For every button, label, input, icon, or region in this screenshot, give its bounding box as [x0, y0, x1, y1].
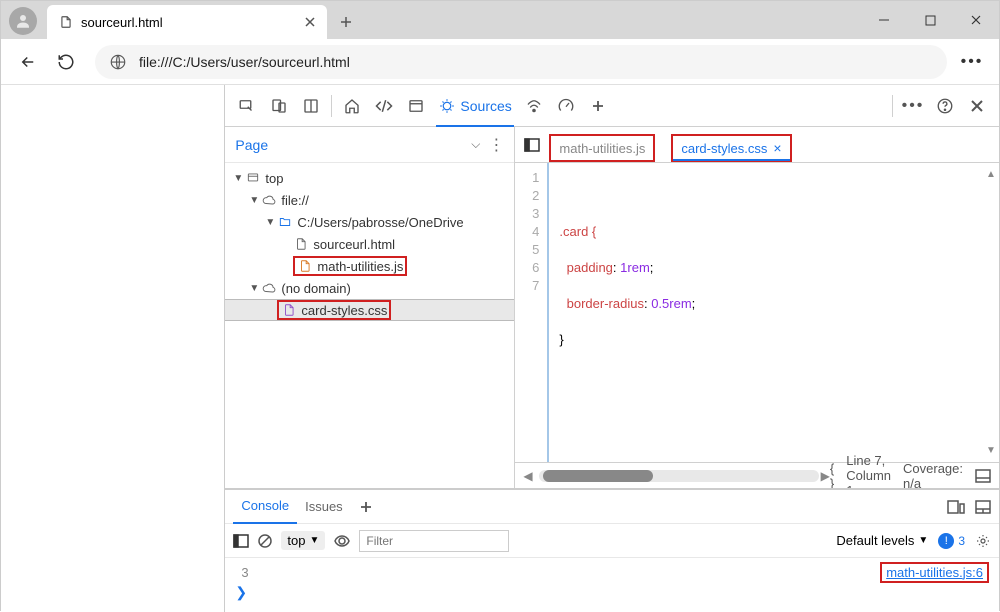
filter-input[interactable] — [359, 530, 509, 552]
toggle-navigator-icon[interactable] — [521, 134, 543, 156]
browser-menu-button[interactable]: ••• — [955, 45, 989, 79]
elements-panel-icon[interactable] — [368, 90, 400, 122]
devtools-toolbar: Sources ••• — [225, 85, 999, 127]
console-output: 3 math-utilities.js:6 ❯ — [225, 558, 999, 612]
toolbar: file:///C:/Users/user/sourceurl.html ••• — [1, 39, 999, 85]
console-tab[interactable]: Console — [233, 490, 297, 524]
more-vertical-icon[interactable]: ⋮ — [488, 135, 504, 155]
tree-file-css[interactable]: card-styles.css — [225, 299, 514, 321]
performance-panel-icon[interactable] — [550, 90, 582, 122]
url-bar[interactable]: file:///C:/Users/user/sourceurl.html — [95, 45, 947, 79]
console-log-row[interactable]: 3 math-utilities.js:6 — [235, 562, 989, 582]
pretty-print-icon[interactable]: { } — [830, 461, 834, 489]
editor-tab-js[interactable]: math-utilities.js — [549, 134, 655, 162]
prompt-icon: ❯ — [235, 584, 247, 601]
more-panels-button[interactable] — [582, 90, 614, 122]
sources-editor: math-utilities.js card-styles.css × 1 2 … — [515, 127, 999, 488]
network-panel-icon[interactable] — [518, 90, 550, 122]
page-viewport — [1, 85, 225, 612]
tree-file-html[interactable]: sourceurl.html — [225, 233, 514, 255]
welcome-panel-icon[interactable] — [336, 90, 368, 122]
application-panel-icon[interactable] — [400, 90, 432, 122]
console-toolbar: top▼ Default levels▼ !3 — [225, 524, 999, 558]
clear-console-icon[interactable] — [257, 533, 273, 549]
devtools: Sources ••• Page ⌵ ⋮ — [225, 85, 999, 612]
tree-folder[interactable]: ▼ C:/Users/pabrosse/OneDrive — [225, 211, 514, 233]
refresh-button[interactable] — [49, 45, 83, 79]
drawer-dock-icon[interactable] — [947, 500, 965, 514]
line-gutter: 1 2 3 4 5 6 7 — [515, 163, 547, 462]
url-text: file:///C:/Users/user/sourceurl.html — [139, 54, 350, 70]
issues-badge[interactable]: !3 — [938, 533, 965, 549]
back-button[interactable] — [11, 45, 45, 79]
sources-label: Sources — [460, 98, 511, 114]
help-icon[interactable] — [929, 90, 961, 122]
close-window-button[interactable] — [953, 1, 999, 39]
live-expression-icon[interactable] — [333, 534, 351, 548]
title-bar: sourceurl.html — [1, 1, 999, 39]
console-prompt[interactable]: ❯ — [235, 582, 989, 602]
page-icon — [59, 15, 73, 29]
tab-title: sourceurl.html — [81, 15, 295, 30]
maximize-button[interactable] — [907, 1, 953, 39]
content-area: Sources ••• Page ⌵ ⋮ — [1, 85, 999, 612]
sources-navigator: Page ⌵ ⋮ ▼ top ▼ file:// ▼ C:/Users — [225, 127, 515, 488]
tree-top[interactable]: ▼ top — [225, 167, 514, 189]
sources-panel-tab[interactable]: Sources — [432, 85, 517, 127]
sources-panel: Page ⌵ ⋮ ▼ top ▼ file:// ▼ C:/Users — [225, 127, 999, 488]
devtools-more-icon[interactable]: ••• — [897, 90, 929, 122]
drawer-collapse-icon[interactable] — [975, 500, 991, 514]
editor-tab-close-icon[interactable]: × — [773, 140, 781, 156]
log-level-selector[interactable]: Default levels▼ — [836, 533, 928, 548]
console-sidebar-toggle-icon[interactable] — [233, 534, 249, 548]
vertical-scrollbar[interactable]: ▲▼ — [985, 169, 997, 456]
issues-tab[interactable]: Issues — [297, 490, 351, 524]
browser-tab[interactable]: sourceurl.html — [47, 5, 327, 39]
source-link[interactable]: math-utilities.js:6 — [880, 562, 989, 583]
tree-file-scheme[interactable]: ▼ file:// — [225, 189, 514, 211]
profile-avatar[interactable] — [9, 7, 37, 35]
editor-settings-icon[interactable] — [975, 469, 991, 483]
execution-context-selector[interactable]: top▼ — [281, 531, 325, 550]
inspect-icon[interactable] — [231, 90, 263, 122]
tree-no-domain[interactable]: ▼ (no domain) — [225, 277, 514, 299]
dock-icon[interactable] — [295, 90, 327, 122]
devtools-close-icon[interactable] — [961, 90, 993, 122]
navigator-header: Page ⌵ ⋮ — [225, 127, 514, 163]
add-drawer-tab-button[interactable] — [351, 490, 381, 524]
horizontal-scrollbar[interactable] — [539, 470, 819, 482]
console-settings-icon[interactable] — [975, 533, 991, 549]
drawer-tabs: Console Issues — [225, 490, 999, 524]
file-tree: ▼ top ▼ file:// ▼ C:/Users/pabrosse/OneD… — [225, 163, 514, 488]
code-content: .card { padding: 1rem; border-radius: 0.… — [547, 163, 695, 462]
editor-status: ◀ ▶ { } Line 7, Column 1 Coverage: n/a — [515, 462, 999, 488]
code-editor[interactable]: 1 2 3 4 5 6 7 .card { padding: 1rem; bor… — [515, 163, 999, 462]
device-toggle-icon[interactable] — [263, 90, 295, 122]
tab-close-icon[interactable] — [303, 15, 317, 29]
editor-tabs: math-utilities.js card-styles.css × — [515, 127, 999, 163]
console-drawer: Console Issues top▼ Default levels▼ !3 — [225, 488, 999, 612]
new-tab-button[interactable] — [331, 7, 361, 37]
editor-tab-css[interactable]: card-styles.css × — [671, 134, 791, 162]
window-controls — [861, 1, 999, 39]
tree-file-js[interactable]: math-utilities.js — [225, 255, 514, 277]
globe-icon — [109, 53, 127, 71]
minimize-button[interactable] — [861, 1, 907, 39]
chevron-down-icon[interactable]: ⌵ — [471, 137, 480, 152]
page-tab[interactable]: Page — [235, 137, 471, 153]
coverage-status: Coverage: n/a — [903, 461, 963, 489]
